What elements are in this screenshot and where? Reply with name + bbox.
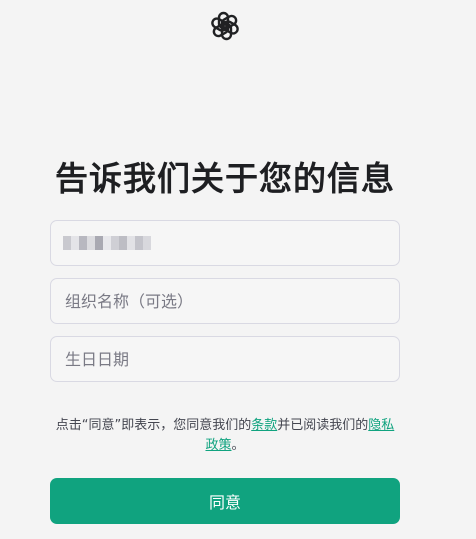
about-you-page: 告诉我们关于您的信息 点击“同意”即表示，您同意我们的条款并已阅读我们的隐私政策… bbox=[0, 0, 476, 539]
email-field[interactable] bbox=[50, 220, 400, 266]
organization-field[interactable] bbox=[50, 278, 400, 324]
birthday-field[interactable] bbox=[50, 336, 400, 382]
page-title: 告诉我们关于您的信息 bbox=[55, 159, 395, 198]
agree-button[interactable]: 同意 bbox=[50, 478, 400, 524]
openai-logo-icon bbox=[211, 11, 239, 41]
terms-link[interactable]: 条款 bbox=[251, 418, 277, 433]
terms-prefix: 点击“同意”即表示，您同意我们的 bbox=[55, 418, 252, 433]
terms-notice: 点击“同意”即表示，您同意我们的条款并已阅读我们的隐私政策。 bbox=[50, 416, 400, 456]
terms-suffix: 。 bbox=[231, 438, 245, 453]
terms-middle: 并已阅读我们的 bbox=[277, 418, 369, 433]
